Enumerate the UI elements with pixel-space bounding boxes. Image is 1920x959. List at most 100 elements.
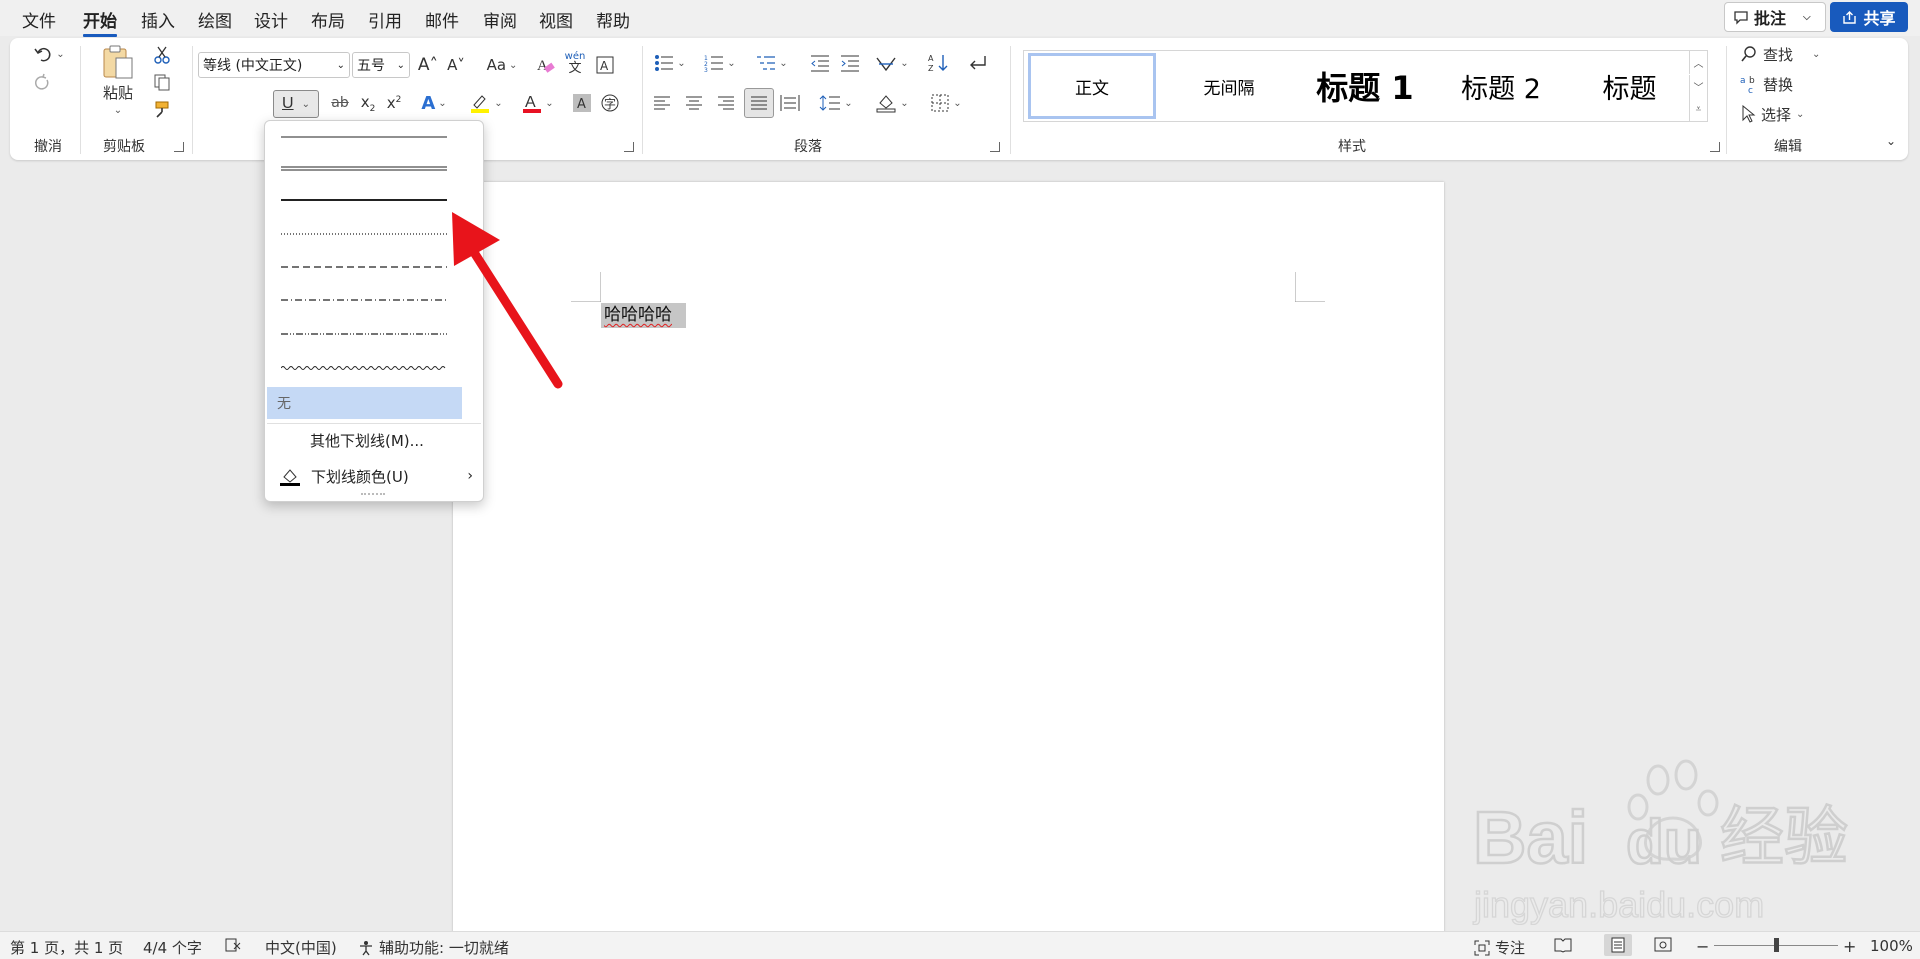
tab-home[interactable]: 开始 bbox=[83, 7, 117, 37]
web-layout-button[interactable] bbox=[1654, 937, 1672, 953]
style-heading-2[interactable]: 标题 2 bbox=[1436, 53, 1566, 119]
zoom-in-button[interactable]: + bbox=[1843, 937, 1856, 956]
align-center-button[interactable] bbox=[682, 90, 706, 116]
shrink-font-button[interactable]: A˅ bbox=[444, 52, 468, 78]
clipboard-launcher-icon[interactable] bbox=[174, 142, 184, 152]
format-painter-button[interactable] bbox=[150, 98, 174, 120]
tab-view[interactable]: 视图 bbox=[539, 7, 573, 32]
enclose-characters-button[interactable]: 字 bbox=[598, 90, 622, 116]
underline-double-option[interactable] bbox=[275, 151, 453, 181]
paragraph-launcher-icon[interactable] bbox=[990, 142, 1000, 152]
underline-wave-option[interactable] bbox=[275, 350, 453, 380]
phonetic-guide-button[interactable]: wén 文 bbox=[562, 48, 588, 78]
underline-button[interactable]: U ⌄ bbox=[273, 90, 319, 118]
zoom-slider-thumb[interactable] bbox=[1774, 938, 1779, 952]
multilevel-list-button[interactable]: ⌄ bbox=[752, 50, 792, 76]
clear-formatting-button[interactable]: A bbox=[534, 52, 558, 78]
change-case-button[interactable]: Aa ⌄ bbox=[482, 52, 522, 78]
tab-references[interactable]: 引用 bbox=[368, 7, 402, 32]
undo-button[interactable]: ⌄ bbox=[30, 42, 68, 66]
highlight-button[interactable]: ⌄ bbox=[464, 90, 508, 116]
accessibility-status[interactable]: 辅助功能: 一切就绪 bbox=[358, 937, 509, 958]
share-button[interactable]: 共享 bbox=[1830, 2, 1908, 32]
print-layout-button[interactable] bbox=[1604, 934, 1632, 956]
font-size-select[interactable]: 五号 ⌄ bbox=[352, 52, 410, 78]
read-mode-button[interactable] bbox=[1554, 937, 1572, 953]
font-launcher-icon[interactable] bbox=[624, 142, 634, 152]
underline-dash-dot-dot-option[interactable] bbox=[275, 317, 453, 347]
gallery-more-icon[interactable]: ⩡ bbox=[1689, 98, 1707, 121]
decrease-indent-button[interactable] bbox=[808, 50, 832, 76]
word-count[interactable]: 4/4 个字 bbox=[143, 937, 202, 958]
tab-design[interactable]: 设计 bbox=[254, 7, 288, 32]
font-name-select[interactable]: 等线 (中文正文) ⌄ bbox=[198, 52, 350, 78]
text-effects-button[interactable]: A ⌄ bbox=[414, 90, 454, 116]
increase-indent-icon bbox=[841, 55, 859, 72]
cut-button[interactable] bbox=[150, 44, 174, 66]
selected-text[interactable]: 哈哈哈哈 bbox=[601, 303, 686, 328]
font-color-button[interactable]: A ⌄ bbox=[518, 90, 558, 116]
tab-file[interactable]: 文件 bbox=[22, 7, 56, 32]
styles-launcher-icon[interactable] bbox=[1710, 142, 1720, 152]
tab-layout[interactable]: 布局 bbox=[311, 7, 345, 32]
zoom-level[interactable]: 100% bbox=[1870, 937, 1913, 955]
language-indicator[interactable]: 中文(中国) bbox=[265, 937, 337, 958]
underline-none-option[interactable]: 无 bbox=[267, 387, 462, 419]
redo-button[interactable] bbox=[30, 70, 54, 94]
underline-color-item[interactable]: 下划线颜色(U) › bbox=[265, 461, 483, 491]
chevron-down-icon: ⌄ bbox=[336, 59, 345, 71]
numbering-button[interactable]: 123 ⌄ bbox=[700, 50, 740, 76]
underline-dash-dot-option[interactable] bbox=[275, 283, 453, 313]
tab-insert[interactable]: 插入 bbox=[141, 7, 175, 32]
font-name-value: 等线 (中文正文) bbox=[203, 58, 303, 74]
character-shading-button[interactable]: A bbox=[570, 90, 594, 116]
align-left-icon bbox=[654, 96, 670, 110]
show-marks-button[interactable] bbox=[964, 50, 990, 76]
gallery-down-icon[interactable]: ﹀ bbox=[1689, 75, 1707, 98]
replace-button[interactable]: acb 替换 bbox=[1740, 72, 1820, 96]
asian-layout-button[interactable]: ⌄ bbox=[872, 50, 912, 76]
distributed-button[interactable] bbox=[778, 90, 802, 116]
justify-button[interactable] bbox=[744, 88, 774, 118]
character-border-button[interactable]: A bbox=[593, 52, 617, 78]
page-count[interactable]: 第 1 页，共 1 页 bbox=[10, 937, 123, 958]
underline-dotted-option[interactable] bbox=[275, 217, 453, 247]
tab-mailings[interactable]: 邮件 bbox=[425, 7, 459, 32]
underline-single-option[interactable] bbox=[275, 121, 453, 151]
collapse-ribbon-icon[interactable]: ⌄ bbox=[1882, 132, 1900, 150]
proofing-icon[interactable] bbox=[224, 937, 242, 953]
more-underlines-item[interactable]: 其他下划线(M)... bbox=[265, 425, 483, 455]
tab-draw[interactable]: 绘图 bbox=[198, 7, 232, 32]
underline-dashed-option[interactable] bbox=[275, 250, 453, 280]
copy-button[interactable] bbox=[150, 71, 174, 93]
find-button[interactable]: 查找 ⌄ bbox=[1740, 42, 1836, 66]
strikethrough-button[interactable]: ab bbox=[328, 90, 352, 116]
style-title[interactable]: 标题 bbox=[1572, 53, 1687, 119]
superscript-button[interactable]: x2 bbox=[382, 90, 406, 116]
align-right-button[interactable] bbox=[714, 90, 738, 116]
shading-button[interactable]: ⌄ bbox=[870, 90, 914, 116]
resize-grip-icon[interactable] bbox=[361, 493, 385, 497]
comments-button[interactable]: 批注 ⌵ bbox=[1724, 2, 1826, 32]
paste-button[interactable]: 粘贴 ⌄ bbox=[98, 44, 138, 116]
align-left-button[interactable] bbox=[650, 90, 674, 116]
select-button[interactable]: 选择 ⌄ bbox=[1740, 102, 1820, 126]
line-spacing-button[interactable]: ⌄ bbox=[816, 90, 856, 116]
svg-text:字: 字 bbox=[604, 96, 616, 111]
style-no-spacing[interactable]: 无间隔 bbox=[1164, 53, 1294, 119]
document-page[interactable]: 哈哈哈哈 bbox=[453, 182, 1444, 959]
underline-thick-option[interactable] bbox=[275, 183, 453, 213]
sort-button[interactable]: AZ bbox=[926, 50, 952, 76]
style-heading-1[interactable]: 标题 1 bbox=[1300, 53, 1430, 119]
subscript-button[interactable]: x2 bbox=[356, 90, 380, 116]
grow-font-button[interactable]: A˄ bbox=[416, 52, 440, 78]
gallery-up-icon[interactable]: ︿ bbox=[1689, 51, 1707, 74]
bullets-button[interactable]: ⌄ bbox=[650, 50, 690, 76]
focus-mode-button[interactable]: 专注 bbox=[1474, 937, 1525, 958]
tab-help[interactable]: 帮助 bbox=[596, 7, 630, 32]
style-normal[interactable]: 正文 bbox=[1028, 53, 1156, 119]
zoom-out-button[interactable]: − bbox=[1696, 937, 1709, 956]
borders-button[interactable]: ⌄ bbox=[924, 90, 968, 116]
tab-review[interactable]: 审阅 bbox=[483, 7, 517, 32]
increase-indent-button[interactable] bbox=[838, 50, 862, 76]
